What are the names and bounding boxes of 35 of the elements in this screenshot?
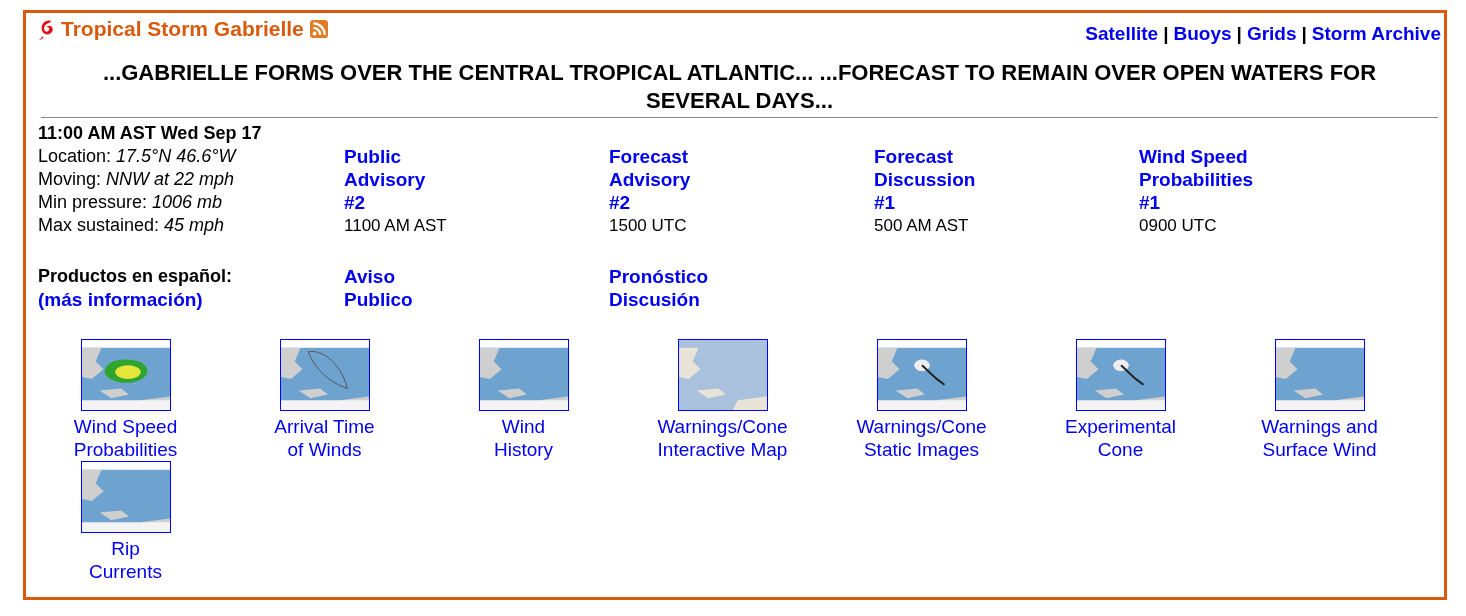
product-link[interactable]: Pronóstico Discusión [609,265,709,311]
nav-link[interactable]: Buoys [1173,23,1232,45]
graphic-link[interactable]: Experimental Cone [1065,415,1176,461]
nav-link[interactable]: Storm Archive [1311,23,1441,45]
spanish-label: Productos en español: [38,265,233,288]
product-link[interactable]: Wind Speed Probabilities #1 [1139,145,1254,214]
nav-link[interactable]: Satellite [1085,23,1159,45]
storm-title[interactable]: Tropical Storm Gabrielle [61,17,304,41]
issue-time: 500 AM AST [874,215,969,237]
storm-fact: Location: 17.5°N 46.6°W [38,145,236,168]
rss-icon[interactable] [309,20,328,38]
product-link[interactable]: Forecast Discussion #1 [874,145,976,214]
separator: | [1301,23,1307,45]
separator: | [1236,23,1242,45]
separator: | [1163,23,1169,45]
graphic-link[interactable]: Warnings/Cone Interactive Map [657,415,788,461]
product-link[interactable]: Aviso Publico [344,265,413,311]
graphic-link[interactable]: Rip Currents [89,537,162,583]
graphic-link[interactable]: Warnings/Cone Static Images [856,415,987,461]
issue-time: 0900 UTC [1139,215,1217,237]
graphic-link[interactable]: Arrival Time of Winds [274,415,375,461]
storm-fact: Min pressure: 1006 mb [38,191,223,214]
graphic-link[interactable]: Warnings and Surface Wind [1261,415,1378,461]
headline: ...GABRIELLE FORMS OVER THE CENTRAL TROPICAL ATLANTIC... ...FORECAST TO REMAIN OVER OPEN WATERS FOR SEVERAL DAYS... [101,59,1378,115]
graphic-link[interactable]: Wind Speed Probabilities [73,415,178,461]
advisory-time: 11:00 AM AST Wed Sep 17 [38,122,262,145]
product-link[interactable]: Public Advisory #2 [344,145,426,214]
product-link[interactable]: Forecast Advisory #2 [609,145,691,214]
issue-time: 1100 AM AST [344,215,447,237]
storm-fact: Max sustained: 45 mph [38,214,225,237]
graphic-link[interactable]: Wind History [493,415,554,461]
more-info-link[interactable]: (más información) [38,288,203,311]
storm-fact: Moving: NNW at 22 mph [38,168,235,191]
nav-link[interactable]: Grids [1246,23,1297,45]
issue-time: 1500 UTC [609,215,687,237]
